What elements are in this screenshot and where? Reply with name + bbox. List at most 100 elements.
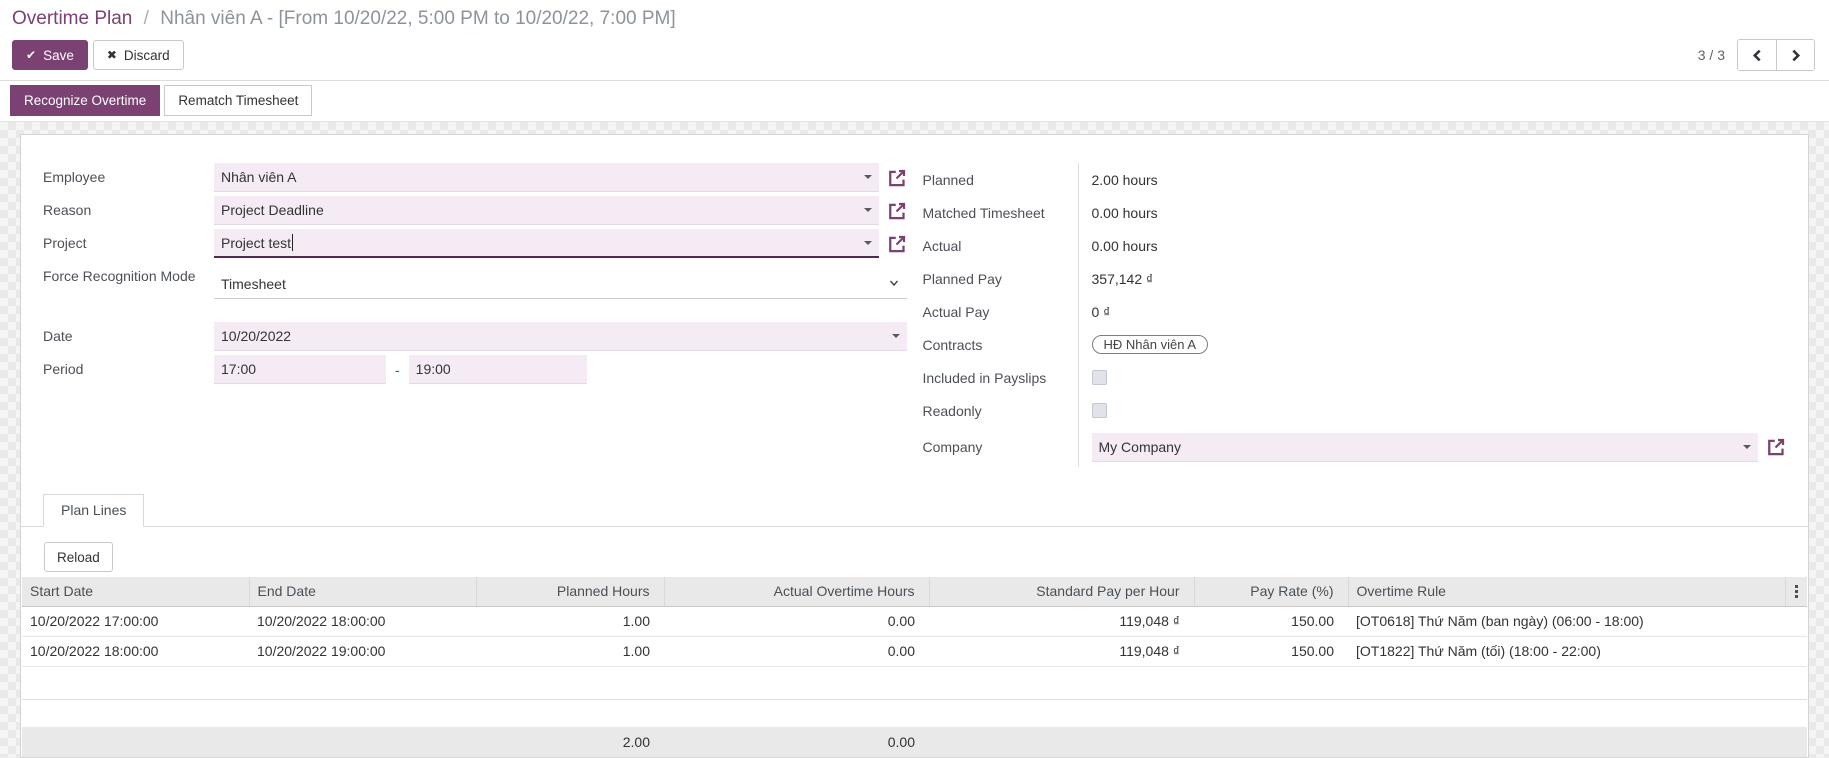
contracts-label: Contracts — [923, 328, 1079, 361]
chevron-down-icon — [888, 270, 900, 298]
cell-standard-pay[interactable]: 119,048 ₫ — [929, 606, 1194, 636]
planned-value: 2.00 hours — [1079, 163, 1787, 196]
external-link-icon[interactable] — [887, 234, 907, 254]
date-field[interactable]: 10/20/2022 — [214, 322, 907, 351]
actual-pay-value: 0 ₫ — [1079, 295, 1787, 328]
cell-planned-hours[interactable]: 1.00 — [476, 606, 664, 636]
table-header-row: Start Date End Date Planned Hours Actual… — [22, 577, 1807, 606]
total-actual-hours: 0.00 — [664, 727, 929, 757]
external-link-icon[interactable] — [887, 168, 907, 188]
employee-value: Nhân viên A — [221, 163, 858, 191]
empty-row[interactable] — [22, 666, 1807, 699]
force-recognition-mode-select[interactable]: Timesheet — [214, 270, 907, 299]
cell-overtime-rule[interactable]: [OT0618] Thứ Năm (ban ngày) (06:00 - 18:… — [1348, 606, 1785, 636]
dropdown-caret-icon[interactable] — [864, 241, 872, 245]
table-totals: 2.00 0.00 — [22, 727, 1807, 757]
control-panel: Overtime Plan / Nhân viên A - [From 10/2… — [0, 0, 1829, 81]
project-label: Project — [43, 229, 214, 258]
actual-pay-label: Actual Pay — [923, 295, 1079, 328]
external-link-icon[interactable] — [887, 201, 907, 221]
plan-lines-table: Start Date End Date Planned Hours Actual… — [22, 577, 1807, 700]
project-field[interactable]: Project test — [214, 229, 879, 258]
column-header-end-date[interactable]: End Date — [249, 577, 476, 606]
included-in-payslips-label: Included in Payslips — [923, 361, 1079, 394]
breadcrumb: Overtime Plan / Nhân viên A - [From 10/2… — [12, 6, 1815, 32]
dropdown-caret-icon[interactable] — [892, 334, 900, 338]
employee-field[interactable]: Nhân viên A — [214, 163, 879, 192]
dropdown-caret-icon[interactable] — [864, 175, 872, 179]
force-recognition-mode-label: Force Recognition Mode — [43, 262, 214, 306]
table-row[interactable]: 10/20/2022 18:00:00 10/20/2022 19:00:00 … — [22, 636, 1807, 666]
company-value: My Company — [1099, 433, 1738, 461]
cell-start-date[interactable]: 10/20/2022 17:00:00 — [22, 606, 249, 636]
total-planned-hours: 2.00 — [476, 727, 664, 757]
pager-previous-button[interactable] — [1738, 40, 1776, 70]
planned-label: Planned — [923, 163, 1079, 196]
breadcrumb-root-link[interactable]: Overtime Plan — [12, 8, 132, 29]
chevron-right-icon — [1789, 49, 1802, 62]
check-icon: ✔ — [26, 49, 36, 61]
column-header-actual-overtime-hours[interactable]: Actual Overtime Hours — [664, 577, 929, 606]
cell-standard-pay[interactable]: 119,048 ₫ — [929, 636, 1194, 666]
column-header-overtime-rule[interactable]: Overtime Rule — [1348, 577, 1785, 606]
rematch-timesheet-button[interactable]: Rematch Timesheet — [164, 85, 312, 116]
company-field[interactable]: My Company — [1092, 433, 1759, 462]
cell-pay-rate[interactable]: 150.00 — [1194, 636, 1348, 666]
form-sheet: Employee Nhân viên A — [20, 134, 1809, 758]
notebook-tabs: Plan Lines — [21, 493, 1808, 527]
contract-badge[interactable]: HĐ Nhân viên A — [1092, 335, 1209, 354]
discard-button-label: Discard — [124, 48, 170, 63]
company-label: Company — [923, 427, 1079, 467]
cross-icon: ✖ — [107, 49, 117, 61]
text-cursor — [292, 234, 293, 251]
cell-actual-hours[interactable]: 0.00 — [664, 636, 929, 666]
actual-value: 0.00 hours — [1079, 229, 1787, 262]
cell-overtime-rule[interactable]: [OT1822] Thứ Năm (tối) (18:00 - 22:00) — [1348, 636, 1785, 666]
external-link-icon[interactable] — [1766, 437, 1786, 457]
totals-row: 2.00 0.00 — [22, 727, 1807, 757]
recognize-overtime-button[interactable]: Recognize Overtime — [10, 85, 160, 116]
employee-label: Employee — [43, 163, 214, 192]
dropdown-caret-icon[interactable] — [864, 208, 872, 212]
statusbar: Recognize Overtime Rematch Timesheet — [0, 81, 1829, 122]
column-header-start-date[interactable]: Start Date — [22, 577, 249, 606]
tab-plan-lines[interactable]: Plan Lines — [43, 494, 144, 527]
cell-planned-hours[interactable]: 1.00 — [476, 636, 664, 666]
reason-field[interactable]: Project Deadline — [214, 196, 879, 225]
pager-next-button[interactable] — [1776, 40, 1814, 70]
date-value: 10/20/2022 — [221, 322, 886, 350]
reason-label: Reason — [43, 196, 214, 225]
save-button-label: Save — [43, 48, 74, 63]
pager: 3 / 3 — [1698, 39, 1815, 71]
cell-actual-hours[interactable]: 0.00 — [664, 606, 929, 636]
cell-end-date[interactable]: 10/20/2022 19:00:00 — [249, 636, 476, 666]
save-button[interactable]: ✔ Save — [12, 40, 88, 70]
cell-pay-rate[interactable]: 150.00 — [1194, 606, 1348, 636]
reason-value: Project Deadline — [221, 196, 858, 224]
column-header-planned-hours[interactable]: Planned Hours — [476, 577, 664, 606]
included-in-payslips-checkbox[interactable] — [1092, 370, 1107, 385]
table-row[interactable]: 10/20/2022 17:00:00 10/20/2022 18:00:00 … — [22, 606, 1807, 636]
column-header-pay-rate[interactable]: Pay Rate (%) — [1194, 577, 1348, 606]
optional-columns-icon[interactable] — [1786, 585, 1808, 598]
reload-button[interactable]: Reload — [44, 542, 113, 572]
date-label: Date — [43, 322, 214, 351]
discard-button[interactable]: ✖ Discard — [93, 40, 184, 70]
form-left-group: Employee Nhân viên A — [43, 163, 907, 388]
period-label: Period — [43, 355, 214, 384]
cell-end-date[interactable]: 10/20/2022 18:00:00 — [249, 606, 476, 636]
breadcrumb-separator: / — [144, 8, 149, 29]
cell-start-date[interactable]: 10/20/2022 18:00:00 — [22, 636, 249, 666]
period-to-input[interactable]: 19:00 — [409, 355, 587, 384]
readonly-checkbox[interactable] — [1092, 403, 1107, 418]
column-header-standard-pay[interactable]: Standard Pay per Hour — [929, 577, 1194, 606]
period-separator: - — [395, 362, 400, 378]
breadcrumb-current: Nhân viên A - [From 10/20/22, 5:00 PM to… — [160, 8, 675, 29]
matched-timesheet-value: 0.00 hours — [1079, 196, 1787, 229]
dropdown-caret-icon[interactable] — [1743, 445, 1751, 449]
project-value: Project test — [221, 229, 291, 257]
pager-counter: 3 / 3 — [1698, 47, 1725, 63]
chevron-left-icon — [1751, 49, 1764, 62]
period-from-input[interactable]: 17:00 — [214, 355, 386, 384]
form-right-group: Planned 2.00 hours Matched Timesheet 0.0… — [923, 163, 1787, 467]
